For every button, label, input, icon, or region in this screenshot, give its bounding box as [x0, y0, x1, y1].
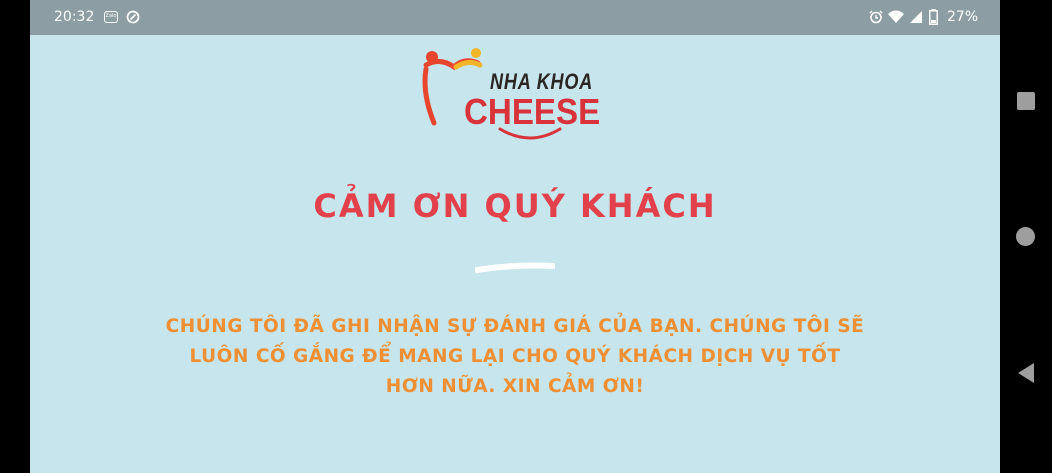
divider-stroke [475, 262, 555, 273]
thank-you-message: CHÚNG TÔI ĐÃ GHI NHẬN SỰ ĐÁNH GIÁ CỦA BẠ… [165, 316, 865, 397]
home-button[interactable] [1016, 227, 1035, 246]
battery-percent: 27% [947, 9, 979, 25]
sync-icon [126, 10, 140, 24]
navigation-bar [1000, 0, 1052, 473]
back-button[interactable] [1016, 362, 1036, 384]
zalo-icon: Zalo [104, 11, 118, 23]
wifi-icon [888, 10, 904, 23]
status-time: 20:32 [54, 9, 95, 25]
signal-icon [910, 11, 922, 23]
logo-main-text: CHEESE [464, 91, 601, 132]
battery-icon [929, 9, 938, 25]
clinic-logo: NHA KHOA CHEESE [420, 43, 620, 151]
status-bar: 20:32 Zalo 27% [30, 0, 1000, 35]
thank-you-screen: NHA KHOA CHEESE CẢM ƠN QUÝ KHÁCH CHÚNG T… [30, 35, 1000, 473]
alarm-icon [869, 10, 883, 24]
thank-you-title: CẢM ƠN QUÝ KHÁCH [313, 187, 717, 225]
recents-button[interactable] [1017, 92, 1035, 110]
left-edge [0, 0, 30, 473]
